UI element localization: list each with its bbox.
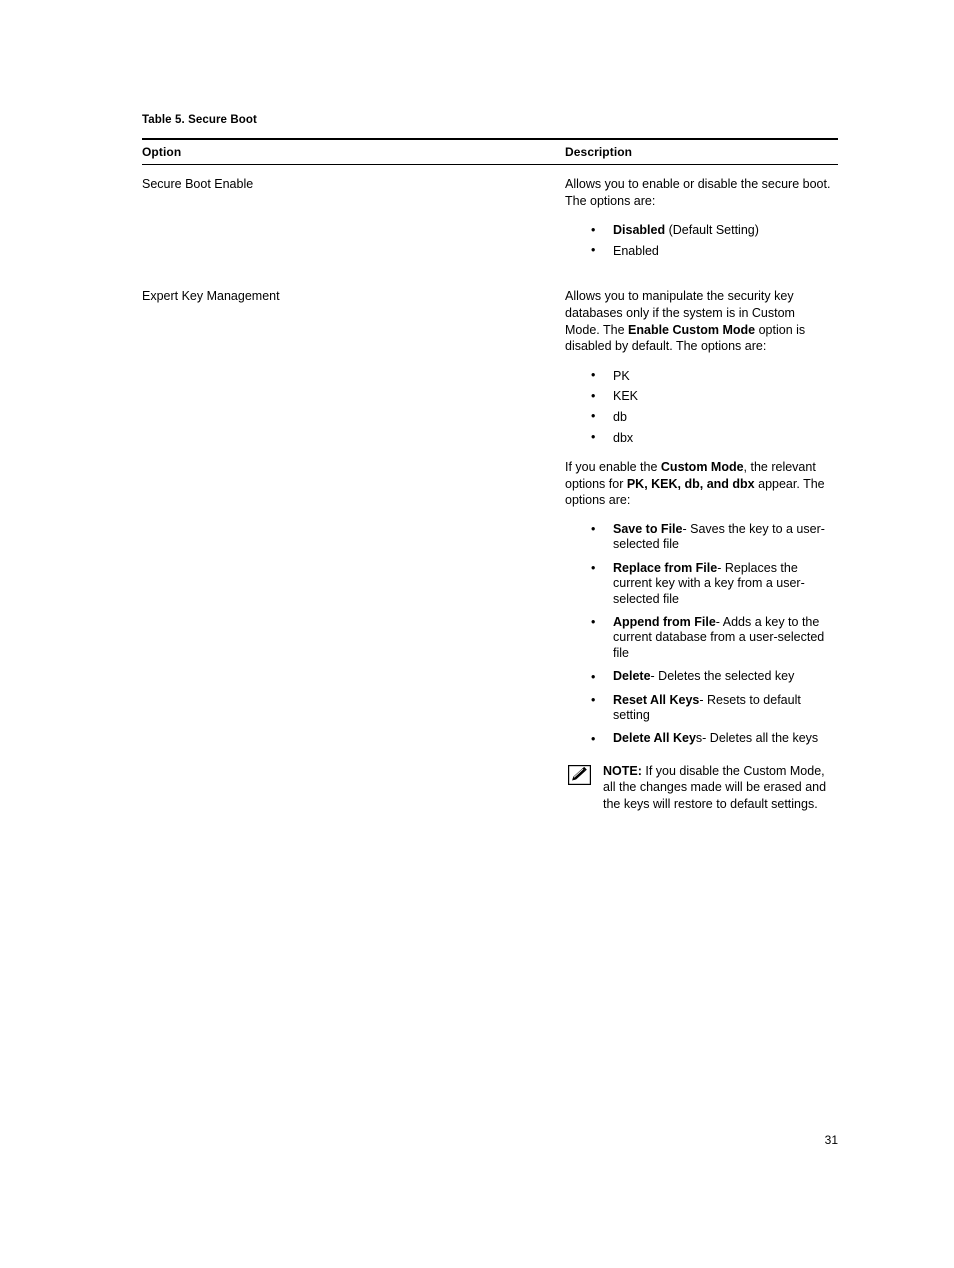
custom-text-part-1: If you enable the: [565, 460, 661, 475]
document-page: Table 5. Secure Boot Option Description …: [0, 0, 954, 1268]
option-label-secure-boot-enable: Secure Boot Enable: [142, 177, 254, 191]
secure-boot-options-list: Disabled (Default Setting) Enabled: [565, 222, 838, 259]
table-body: Secure Boot Enable Allows you to enable …: [142, 165, 838, 827]
table-caption: Table 5. Secure Boot: [142, 114, 257, 126]
list-item: KEK: [565, 388, 838, 405]
row-option-cell: Secure Boot Enable: [142, 165, 565, 278]
row-description-cell: Allows you to manipulate the security ke…: [565, 277, 838, 826]
secure-boot-table-wrapper: Option Description Secure Boot Enable Al…: [142, 138, 838, 827]
description-intro: Allows you to enable or disable the secu…: [565, 177, 831, 208]
list-item-bold: Delete All Key: [613, 731, 696, 746]
list-item: Save to File- Saves the key to a user-se…: [565, 521, 838, 553]
list-item-bold: Reset All Keys: [613, 692, 700, 707]
key-database-list: PK KEK db dbx: [565, 367, 838, 447]
note-text: NOTE: If you disable the Custom Mode, al…: [603, 763, 838, 813]
row-option-cell: Expert Key Management: [142, 277, 565, 826]
list-item-bold: Append from File: [613, 614, 716, 629]
table-row: Secure Boot Enable Allows you to enable …: [142, 165, 838, 278]
column-header-option: Option: [142, 138, 565, 165]
custom-bold-key-types: PK, KEK, db, and dbx: [626, 476, 755, 491]
list-item-text: - Deletes the selected key: [650, 669, 795, 684]
column-header-description: Description: [565, 138, 838, 165]
list-item: Delete- Deletes the selected key: [565, 669, 838, 686]
list-item: Enabled: [565, 242, 838, 260]
custom-mode-options-list: Save to File- Saves the key to a user-se…: [565, 521, 838, 748]
list-item: Replace from File- Replaces the current …: [565, 560, 838, 607]
intro-bold-enable-custom-mode: Enable Custom Mode: [628, 322, 756, 337]
list-item: dbx: [565, 429, 838, 447]
table-header: Option Description: [142, 138, 838, 165]
page-number: 31: [824, 1133, 838, 1147]
list-item: Delete All Keys- Deletes all the keys: [565, 731, 838, 748]
list-item: Reset All Keys- Resets to default settin…: [565, 692, 838, 724]
list-item: Disabled (Default Setting): [565, 222, 838, 239]
list-item: PK: [565, 367, 838, 385]
note-block: NOTE: If you disable the Custom Mode, al…: [565, 763, 838, 813]
list-item-bold: Disabled: [613, 223, 666, 238]
list-item-bold: Replace from File: [613, 560, 718, 575]
list-item-text: s- Deletes all the keys: [695, 731, 819, 746]
list-item: Append from File- Adds a key to the curr…: [565, 614, 838, 661]
table-header-row: Option Description: [142, 138, 838, 165]
option-label-expert-key-management: Expert Key Management: [142, 289, 280, 304]
list-item-text: (Default Setting): [665, 223, 759, 238]
note-label: NOTE:: [603, 763, 642, 778]
list-item-bold: Save to File: [613, 521, 683, 536]
description-intro: Allows you to manipulate the security ke…: [565, 288, 833, 354]
note-pencil-icon: [568, 764, 591, 785]
custom-mode-paragraph: If you enable the Custom Mode, the relev…: [565, 459, 833, 509]
custom-bold-custom-mode: Custom Mode: [660, 460, 744, 475]
table-row: Expert Key Management Allows you to mani…: [142, 277, 838, 826]
list-item-text: Enabled: [613, 243, 659, 258]
list-item-bold: Delete: [613, 669, 651, 684]
list-item: db: [565, 408, 838, 426]
secure-boot-table: Option Description Secure Boot Enable Al…: [142, 138, 838, 827]
row-description-cell: Allows you to enable or disable the secu…: [565, 165, 838, 278]
